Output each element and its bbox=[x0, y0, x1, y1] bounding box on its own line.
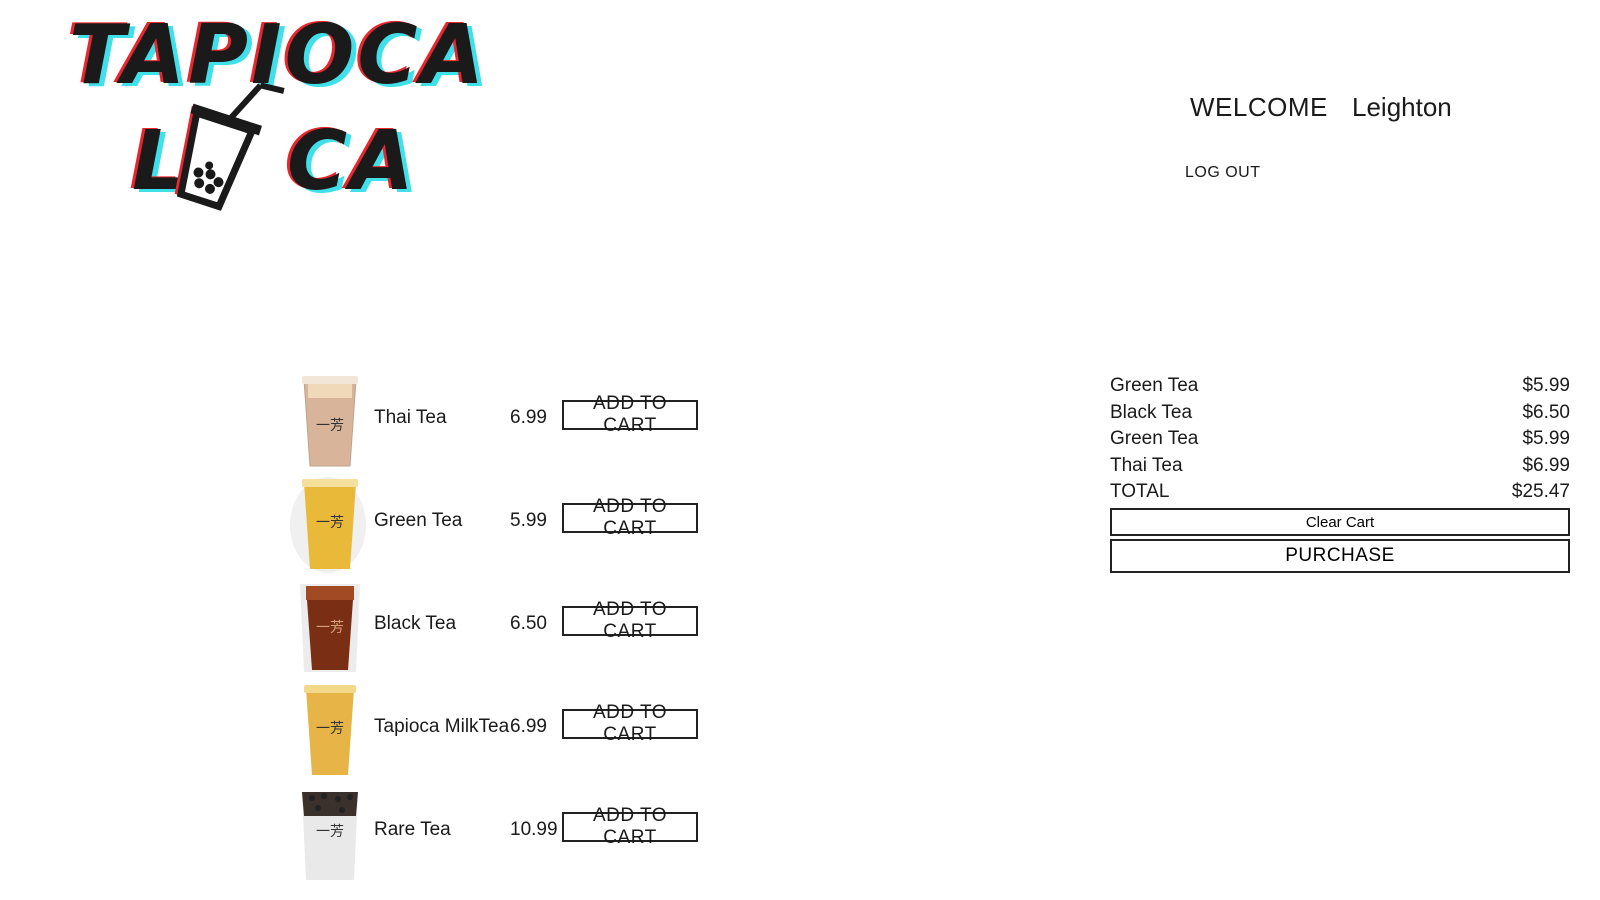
product-name: Green Tea bbox=[374, 510, 463, 531]
product-price: 6.99 bbox=[510, 407, 547, 428]
add-to-cart-button[interactable]: ADD TO CART bbox=[562, 496, 698, 539]
cart-panel: Green Tea $5.99 Black Tea $6.50 Green Te… bbox=[1110, 374, 1570, 573]
add-to-cart-button[interactable]: ADD TO CART bbox=[562, 702, 698, 745]
product-name: Black Tea bbox=[374, 613, 457, 634]
add-to-cart-button[interactable]: ADD TO CART bbox=[562, 805, 698, 848]
product-price: 10.99 bbox=[510, 819, 558, 840]
cart-item-price: $6.50 bbox=[1522, 401, 1570, 423]
username: Leighton bbox=[1352, 92, 1452, 122]
logo-graphic: TAPIOCA TAPIOCA TAPIOCA L L L CA CA CA bbox=[66, 7, 489, 212]
cart-total-value: $25.47 bbox=[1511, 481, 1570, 502]
cart-item-price: $5.99 bbox=[1522, 428, 1570, 449]
clear-cart-button[interactable]: Clear Cart bbox=[1110, 508, 1570, 536]
product-price: 6.99 bbox=[510, 716, 547, 737]
cart-item-name: Green Tea bbox=[1110, 428, 1199, 449]
svg-text:一芳: 一芳 bbox=[316, 720, 344, 737]
cart-item: Black Tea $6.50 bbox=[1110, 401, 1570, 428]
logo-line2-right: CA bbox=[287, 114, 417, 209]
product-row: 一芳 Thai Tea 6.99 ADD TO CART bbox=[290, 370, 710, 470]
cart-item: Green Tea $5.99 bbox=[1110, 427, 1570, 454]
green-tea-cup-icon: 一芳 bbox=[290, 477, 370, 573]
cart-item-name: Black Tea bbox=[1110, 401, 1193, 423]
add-to-cart-button[interactable]: ADD TO CART bbox=[562, 599, 698, 642]
product-price: 6.50 bbox=[510, 613, 547, 634]
thai-tea-cup-icon: 一芳 bbox=[290, 374, 370, 470]
cart-item-name: Green Tea bbox=[1110, 375, 1199, 396]
product-name: Rare Tea bbox=[374, 819, 451, 840]
welcome-label: WELCOME bbox=[1190, 92, 1328, 122]
rare-tea-cup-icon: 一芳 bbox=[290, 786, 370, 882]
tapioca-milk-tea-cup-icon: 一芳 bbox=[290, 683, 370, 779]
purchase-button[interactable]: PURCHASE bbox=[1110, 539, 1570, 573]
cart-item-price: $6.99 bbox=[1522, 454, 1570, 476]
svg-text:一芳: 一芳 bbox=[316, 417, 344, 434]
cart-item: Thai Tea $6.99 bbox=[1110, 454, 1570, 481]
add-to-cart-button[interactable]: ADD TO CART bbox=[562, 393, 698, 436]
product-row: 一芳 Rare Tea 10.99 ADD TO CART bbox=[290, 782, 710, 882]
svg-text:一芳: 一芳 bbox=[316, 823, 344, 840]
svg-text:一芳: 一芳 bbox=[316, 514, 344, 531]
product-name: Thai Tea bbox=[374, 407, 447, 428]
product-row: 一芳 Tapioca MilkTea 6.99 ADD TO CART bbox=[290, 679, 710, 779]
svg-text:一芳: 一芳 bbox=[316, 619, 344, 636]
cart-item: Green Tea $5.99 bbox=[1110, 374, 1570, 401]
cart-total-label: TOTAL bbox=[1110, 481, 1170, 502]
product-name: Tapioca MilkTea bbox=[374, 716, 510, 737]
product-row: 一芳 Green Tea 5.99 ADD TO CART bbox=[290, 473, 710, 573]
cart-item-price: $5.99 bbox=[1522, 375, 1570, 396]
black-tea-cup-icon: 一芳 bbox=[290, 580, 370, 676]
logout-link[interactable]: LOG OUT bbox=[1185, 164, 1261, 182]
product-row: 一芳 Black Tea 6.50 ADD TO CART bbox=[290, 576, 710, 676]
cart-item-name: Thai Tea bbox=[1110, 454, 1183, 476]
brand-logo: TAPIOCA TAPIOCA TAPIOCA L L L CA CA CA bbox=[64, 7, 494, 212]
cart-total-row: TOTAL $25.47 bbox=[1110, 480, 1570, 506]
product-price: 5.99 bbox=[510, 510, 547, 531]
